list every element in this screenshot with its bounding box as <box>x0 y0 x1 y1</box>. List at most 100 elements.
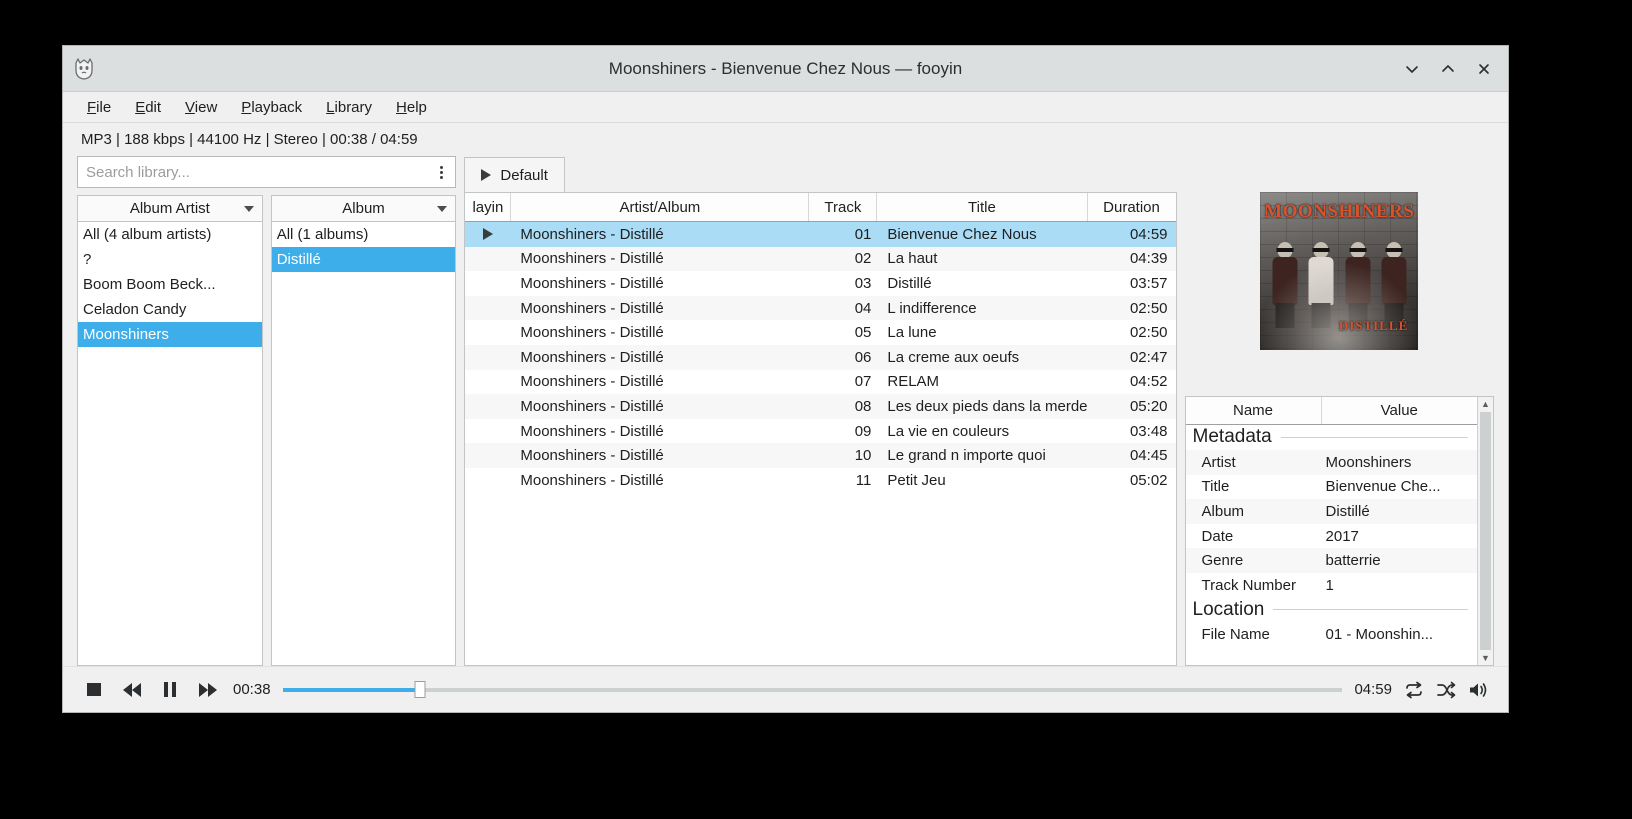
metadata-row[interactable]: Track Number 1 <box>1186 573 1477 598</box>
album-artist-list[interactable]: All (4 album artists) ? Boom Boom Beck..… <box>78 222 262 665</box>
menu-help[interactable]: Help <box>384 95 439 120</box>
metadata-section-header: Location <box>1186 598 1477 623</box>
previous-button[interactable] <box>119 677 145 703</box>
table-row[interactable]: Moonshiners - Distillé 11 Petit Jeu 05:0… <box>465 468 1175 493</box>
pause-button[interactable] <box>157 677 183 703</box>
cell-artist: Moonshiners - Distillé <box>520 422 664 440</box>
cell-track: 10 <box>854 447 872 465</box>
now-playing-indicator <box>465 296 511 321</box>
cell-track: 07 <box>854 373 872 391</box>
table-row[interactable]: Moonshiners - Distillé 04 L indifference… <box>465 295 1176 321</box>
metadata-row[interactable]: Artist Moonshiners <box>1185 450 1477 475</box>
cell-title: L indifference <box>887 299 977 317</box>
content-area: Album Artist All (4 album artists) ? Boo… <box>63 156 1508 666</box>
elapsed-time: 00:38 <box>233 681 271 698</box>
cell-duration: 04:39 <box>1129 250 1168 268</box>
metadata-header-row: Name Value <box>1185 397 1477 425</box>
list-item[interactable]: Boom Boom Beck... <box>78 272 262 297</box>
album-art-title: MOONSHINERS <box>1264 201 1415 222</box>
overflow-menu-icon[interactable] <box>433 164 449 181</box>
maximize-button[interactable] <box>1432 54 1464 84</box>
minimize-button[interactable] <box>1396 54 1428 84</box>
metadata-row[interactable]: Date 2017 <box>1186 524 1477 549</box>
column-header-duration[interactable]: Duration <box>1088 193 1176 221</box>
table-row[interactable]: Moonshiners - Distillé 06 La creme aux o… <box>465 344 1176 370</box>
menu-file[interactable]: File <box>75 95 123 120</box>
cell-artist: Moonshiners - Distillé <box>520 471 664 489</box>
album-list[interactable]: All (1 albums) Distillé <box>271 222 456 665</box>
menu-playback[interactable]: Playback <box>229 95 314 120</box>
previous-icon <box>123 682 132 697</box>
metadata-row[interactable]: File Name 01 - Moonshin... <box>1186 623 1477 648</box>
menu-library[interactable]: Library <box>314 95 384 120</box>
seek-slider[interactable] <box>282 680 1343 700</box>
now-playing-indicator <box>465 419 511 444</box>
metadata-body: Metadata Artist Moonshiners Title Bienve… <box>1185 425 1477 648</box>
menu-edit[interactable]: Edit <box>123 95 173 120</box>
table-row[interactable]: Moonshiners - Distillé 02 La haut 04:39 <box>465 246 1176 272</box>
column-header-playing[interactable]: layin <box>465 193 512 221</box>
now-playing-indicator <box>465 247 511 272</box>
scrollbar-thumb[interactable] <box>1480 412 1491 650</box>
seek-track <box>282 687 1343 692</box>
section-label: Location <box>1192 598 1265 620</box>
column-header-name[interactable]: Name <box>1186 397 1322 424</box>
details-sidebar: MOONSHINERS DISTILLÉ Name Value Metadata… <box>1184 156 1494 666</box>
playlist-table: layin Artist/Album Track Title Duration … <box>464 192 1177 666</box>
metadata-key: Track Number <box>1201 576 1296 594</box>
metadata-key: Album <box>1201 502 1245 520</box>
table-row[interactable]: Moonshiners - Distillé 05 La lune 02:50 <box>465 320 1175 345</box>
album-artist-header[interactable]: Album Artist <box>78 196 262 222</box>
column-header-value[interactable]: Value <box>1322 397 1477 424</box>
metadata-key: Title <box>1201 478 1230 496</box>
pause-icon <box>164 682 176 697</box>
album-header-label: Album <box>342 200 385 217</box>
tab-default[interactable]: Default <box>464 157 565 192</box>
cell-title: La creme aux oeufs <box>887 348 1020 366</box>
cell-title: Distillé <box>887 274 932 292</box>
cell-title: Le grand n importe quoi <box>887 447 1046 465</box>
album-header[interactable]: Album <box>271 196 456 222</box>
menu-view[interactable]: View <box>173 95 229 120</box>
shuffle-button[interactable] <box>1436 681 1456 699</box>
cell-duration: 05:20 <box>1129 397 1168 415</box>
list-item[interactable]: Celadon Candy <box>78 297 262 322</box>
search-input[interactable] <box>86 163 434 181</box>
stop-button[interactable] <box>81 677 107 703</box>
metadata-row[interactable]: Album Distillé <box>1185 499 1477 524</box>
window-title: Moonshiners - Bienvenue Chez Nous — fooy… <box>608 58 963 78</box>
column-header-title[interactable]: Title <box>877 193 1088 221</box>
metadata-scrollbar[interactable]: ▲ ▼ <box>1477 397 1493 665</box>
cell-title: La haut <box>887 250 938 268</box>
list-item[interactable]: Moonshiners <box>78 322 262 347</box>
section-rule <box>1273 609 1468 611</box>
column-header-track[interactable]: Track <box>809 193 878 221</box>
cell-track: 08 <box>854 397 872 415</box>
table-row[interactable]: Moonshiners - Distillé 08 Les deux pieds… <box>465 394 1176 419</box>
table-row[interactable]: Moonshiners - Distillé 09 La vie en coul… <box>465 419 1175 444</box>
table-row[interactable]: Moonshiners - Distillé 07 RELAM 04:52 <box>465 370 1175 395</box>
metadata-section-header: Metadata <box>1186 425 1477 450</box>
now-playing-indicator <box>465 468 511 493</box>
close-button[interactable] <box>1468 54 1500 84</box>
table-row[interactable]: Moonshiners - Distillé 10 Le grand n imp… <box>465 443 1176 468</box>
next-button[interactable] <box>195 677 221 703</box>
table-row[interactable]: Moonshiners - Distillé 03 Distillé 03:57 <box>465 271 1175 296</box>
metadata-row[interactable]: Title Bienvenue Che... <box>1186 475 1477 500</box>
cell-title: Petit Jeu <box>887 471 946 489</box>
metadata-value: 2017 <box>1325 527 1359 545</box>
seek-handle[interactable] <box>414 681 426 698</box>
cell-title: La vie en couleurs <box>887 422 1010 440</box>
list-item[interactable]: All (1 albums) <box>272 222 456 247</box>
list-item[interactable]: ? <box>78 247 262 272</box>
scroll-up-icon[interactable]: ▲ <box>1481 397 1490 411</box>
metadata-key: Genre <box>1201 552 1244 570</box>
metadata-row[interactable]: Genre batterrie <box>1185 548 1477 573</box>
repeat-button[interactable] <box>1404 681 1424 699</box>
volume-button[interactable] <box>1468 681 1490 699</box>
table-row[interactable]: Moonshiners - Distillé 01 Bienvenue Chez… <box>465 222 1176 247</box>
scroll-down-icon[interactable]: ▼ <box>1481 651 1490 665</box>
list-item[interactable]: All (4 album artists) <box>78 222 262 247</box>
column-header-artist[interactable]: Artist/Album <box>511 193 810 221</box>
list-item[interactable]: Distillé <box>271 247 456 272</box>
